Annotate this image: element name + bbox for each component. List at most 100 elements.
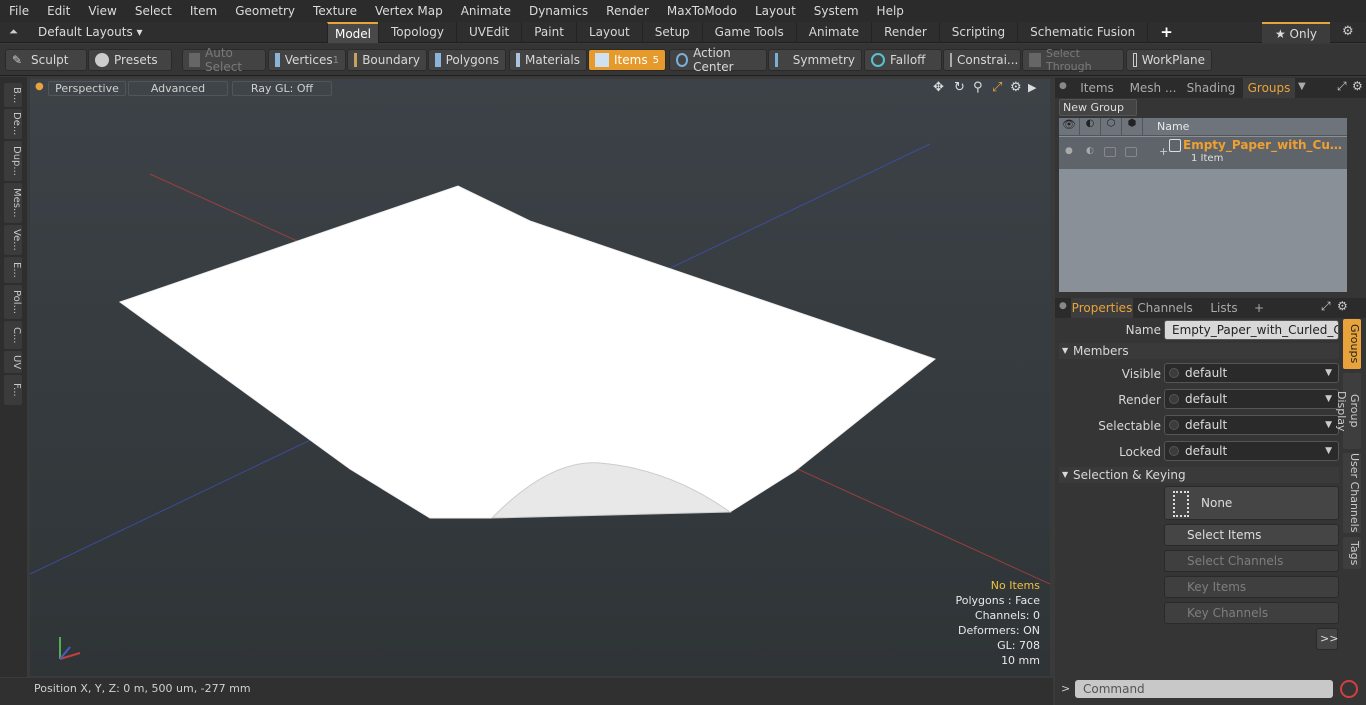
left-tab-fusion[interactable]: F...: [4, 375, 22, 405]
row-render-icon[interactable]: ◐: [1086, 146, 1094, 156]
row-lock-checkbox[interactable]: [1125, 147, 1137, 157]
command-input[interactable]: Command: [1075, 680, 1333, 698]
vtab-groups[interactable]: Groups: [1343, 319, 1361, 369]
members-section[interactable]: ▼ Members: [1059, 343, 1339, 359]
tab-setup[interactable]: Setup: [641, 22, 702, 43]
new-group-button[interactable]: New Group: [1059, 99, 1137, 116]
vertices-button[interactable]: Vertices 1: [268, 49, 346, 71]
menu-file[interactable]: File: [0, 0, 38, 22]
viewport-gear-icon[interactable]: ⚙: [1010, 80, 1022, 95]
layout-up-icon[interactable]: ⏶: [9, 25, 18, 39]
zoom-view-icon[interactable]: ⚲: [973, 80, 983, 95]
menu-vertex-map[interactable]: Vertex Map: [366, 0, 452, 22]
constraints-button[interactable]: Constrai...: [943, 49, 1021, 71]
selection-set-none[interactable]: None: [1164, 486, 1339, 520]
tab-scripting[interactable]: Scripting: [938, 22, 1017, 43]
add-tab-button[interactable]: +: [1147, 22, 1185, 43]
rotate-view-icon[interactable]: ↻: [954, 80, 965, 95]
props-expand-icon[interactable]: ⤢: [1321, 299, 1331, 314]
tab-properties[interactable]: Properties: [1071, 298, 1133, 318]
tab-uvedit[interactable]: UVEdit: [456, 22, 521, 43]
render-dropdown[interactable]: default ▼: [1164, 389, 1339, 409]
tab-animate[interactable]: Animate: [795, 22, 871, 43]
sculpt-button[interactable]: ✎ Sculpt: [5, 49, 87, 71]
select-channels-button[interactable]: Select Channels: [1164, 550, 1339, 572]
tab-shading[interactable]: Shading: [1183, 78, 1239, 98]
left-tab-curve[interactable]: C...: [4, 321, 22, 349]
group-row[interactable]: ● ◐ + Empty_Paper_with_Curled_Corner 1 I…: [1059, 137, 1347, 169]
viewport-scene[interactable]: [30, 79, 1050, 676]
select-through-button[interactable]: Select Through: [1022, 47, 1124, 73]
tab-model[interactable]: Model: [327, 22, 378, 43]
move-view-icon[interactable]: ✥: [933, 80, 944, 95]
items-button[interactable]: Items 5: [588, 49, 666, 71]
paper-mesh[interactable]: [118, 185, 937, 519]
left-tab-basic[interactable]: B...: [4, 83, 22, 107]
left-tab-deform[interactable]: De...: [4, 109, 22, 139]
record-icon[interactable]: [1340, 680, 1358, 698]
eye-column-icon[interactable]: 👁: [1059, 118, 1080, 136]
left-tab-edge[interactable]: E...: [4, 257, 22, 283]
row-eye-icon[interactable]: ●: [1065, 146, 1073, 156]
vtab-group-display[interactable]: Group Display: [1335, 373, 1361, 449]
props-settings-icon[interactable]: ⚙: [1337, 299, 1348, 313]
tab-layout[interactable]: Layout: [575, 22, 642, 43]
gear-icon[interactable]: ⚙: [1342, 24, 1354, 39]
action-center-button[interactable]: Action Center: [669, 46, 767, 74]
name-column-header[interactable]: Name: [1157, 120, 1189, 133]
maximize-view-icon[interactable]: ⤢: [992, 80, 1002, 95]
panel-dropdown-icon[interactable]: ▼: [1298, 81, 1306, 92]
locked-dropdown[interactable]: default ▼: [1164, 441, 1339, 461]
viewport-dot-icon[interactable]: ●: [35, 81, 44, 92]
polygons-button[interactable]: Polygons: [428, 49, 506, 71]
tab-channels[interactable]: Channels: [1135, 298, 1195, 318]
menu-dynamics[interactable]: Dynamics: [520, 0, 597, 22]
workplane-button[interactable]: WorkPlane: [1126, 49, 1212, 71]
group-name-field[interactable]: Empty_Paper_with_Curled_Corne: [1164, 320, 1339, 340]
tab-game-tools[interactable]: Game Tools: [701, 22, 796, 43]
menu-edit[interactable]: Edit: [38, 0, 79, 22]
menu-geometry[interactable]: Geometry: [226, 0, 304, 22]
falloff-button[interactable]: Falloff: [864, 49, 942, 71]
menu-animate[interactable]: Animate: [452, 0, 520, 22]
tab-render[interactable]: Render: [871, 22, 939, 43]
more-button[interactable]: >>: [1316, 628, 1338, 650]
key-channels-button[interactable]: Key Channels: [1164, 602, 1339, 624]
viewport-more-icon[interactable]: ▶: [1028, 81, 1036, 94]
tab-paint[interactable]: Paint: [521, 22, 576, 43]
panel-settings-icon[interactable]: ⚙: [1352, 79, 1363, 93]
menu-item[interactable]: Item: [181, 0, 226, 22]
only-toggle[interactable]: ★ Only: [1262, 22, 1330, 43]
menu-select[interactable]: Select: [126, 0, 181, 22]
lock-column-icon[interactable]: ⬢: [1122, 118, 1143, 136]
advanced-button[interactable]: Advanced: [128, 81, 228, 96]
groups-list[interactable]: 👁 ◐ ⬡ ⬢ Name ● ◐ + Empty_Paper_with_Curl…: [1059, 118, 1347, 292]
left-tab-vertex[interactable]: Ve...: [4, 225, 22, 255]
menu-help[interactable]: Help: [868, 0, 913, 22]
tab-items[interactable]: Items: [1073, 78, 1121, 98]
select-items-button[interactable]: Select Items: [1164, 524, 1339, 546]
panel-expand-icon[interactable]: ⤢: [1337, 79, 1347, 94]
menu-texture[interactable]: Texture: [304, 0, 366, 22]
tab-lists[interactable]: Lists: [1199, 298, 1249, 318]
perspective-button[interactable]: Perspective: [48, 81, 126, 96]
left-tab-mesh[interactable]: Mes...: [4, 183, 22, 223]
materials-button[interactable]: Materials: [509, 49, 587, 71]
left-tab-uv[interactable]: UV: [4, 351, 22, 373]
expand-plus-icon[interactable]: +: [1159, 145, 1168, 158]
symmetry-button[interactable]: Symmetry: [768, 49, 862, 71]
tab-mesh[interactable]: Mesh ...: [1125, 78, 1181, 98]
selectable-dropdown[interactable]: default ▼: [1164, 415, 1339, 435]
visible-dropdown[interactable]: default ▼: [1164, 363, 1339, 383]
add-props-tab-button[interactable]: +: [1251, 298, 1267, 318]
menu-view[interactable]: View: [79, 0, 125, 22]
raygl-button[interactable]: Ray GL: Off: [232, 81, 332, 96]
menu-maxtomodo[interactable]: MaxToModo: [658, 0, 746, 22]
presets-button[interactable]: Presets: [88, 49, 172, 71]
render-column-icon[interactable]: ◐: [1080, 118, 1101, 136]
key-items-button[interactable]: Key Items: [1164, 576, 1339, 598]
tab-topology[interactable]: Topology: [378, 22, 456, 43]
menu-render[interactable]: Render: [597, 0, 658, 22]
menu-system[interactable]: System: [805, 0, 868, 22]
select-column-icon[interactable]: ⬡: [1101, 118, 1122, 136]
